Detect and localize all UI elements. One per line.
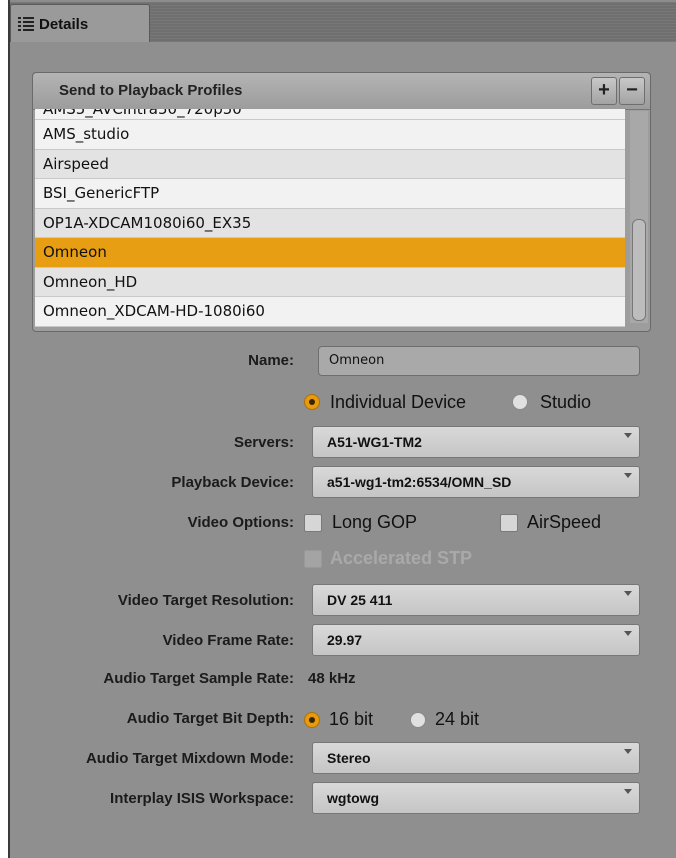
- bit-16-radio[interactable]: [304, 712, 320, 728]
- workspace-value: wgtowg: [327, 790, 380, 806]
- scrollbar-thumb[interactable]: [632, 219, 646, 321]
- profiles-list: AMS5_AVCIntra50_720p50 AMS_studio Airspe…: [35, 109, 625, 327]
- airspeed-checkbox[interactable]: [500, 514, 518, 532]
- video-resolution-select[interactable]: DV 25 411: [312, 584, 640, 616]
- tab-bar: Details: [10, 2, 676, 43]
- frame-rate-select[interactable]: 29.97: [312, 624, 640, 656]
- list-item[interactable]: Airspeed: [35, 149, 625, 179]
- details-content: Send to Playback Profiles + − AMS5_AVCIn…: [10, 42, 676, 858]
- chevron-down-icon: [624, 631, 632, 636]
- details-window: Details Send to Playback Profiles + − AM…: [8, 0, 676, 858]
- profiles-title: Send to Playback Profiles: [59, 82, 243, 99]
- servers-label: Servers:: [233, 434, 294, 451]
- chevron-down-icon: [624, 749, 632, 754]
- list-item[interactable]: Omneon_XDCAM-HD-1080i60: [35, 297, 625, 327]
- mixdown-value: Stereo: [327, 750, 371, 766]
- chevron-down-icon: [624, 433, 632, 438]
- servers-select[interactable]: A51-WG1-TM2: [312, 426, 640, 458]
- bit-24-label: 24 bit: [435, 709, 480, 729]
- add-profile-button[interactable]: +: [591, 77, 617, 105]
- mixdown-label: Audio Target Mixdown Mode:: [85, 750, 294, 767]
- list-item[interactable]: AMS_studio: [35, 120, 625, 150]
- playback-device-label: Playback Device:: [171, 474, 294, 491]
- details-list-icon: [17, 15, 35, 33]
- video-options-label: Video Options:: [187, 514, 294, 531]
- studio-radio[interactable]: [512, 394, 528, 410]
- chevron-down-icon: [624, 473, 632, 478]
- playback-profiles-panel: Send to Playback Profiles + − AMS5_AVCIn…: [32, 72, 651, 332]
- bit-16-label: 16 bit: [329, 709, 374, 729]
- name-field[interactable]: Omneon: [318, 346, 640, 376]
- studio-label: Studio: [540, 392, 592, 412]
- bit-depth-label: Audio Target Bit Depth:: [126, 710, 294, 727]
- list-item[interactable]: Omneon_HD: [35, 267, 625, 297]
- long-gop-checkbox[interactable]: [304, 514, 322, 532]
- name-value: Omneon: [329, 353, 385, 368]
- list-item[interactable]: OP1A-XDCAM1080i60_EX35: [35, 208, 625, 238]
- servers-value: A51-WG1-TM2: [327, 434, 422, 450]
- workspace-label: Interplay ISIS Workspace:: [110, 790, 294, 807]
- name-label: Name:: [248, 352, 294, 369]
- list-item[interactable]: BSI_GenericFTP: [35, 179, 625, 209]
- playback-device-value: a51-wg1-tm2:6534/OMN_SD: [327, 474, 512, 490]
- profiles-scrollbar[interactable]: [630, 111, 648, 323]
- tab-details[interactable]: Details: [10, 4, 150, 43]
- sample-rate-value: 48 kHz: [308, 670, 356, 687]
- list-item-selected[interactable]: Omneon: [35, 238, 625, 268]
- workspace-select[interactable]: wgtowg: [312, 782, 640, 814]
- bit-24-radio[interactable]: [410, 712, 426, 728]
- playback-device-select[interactable]: a51-wg1-tm2:6534/OMN_SD: [312, 466, 640, 498]
- chevron-down-icon: [624, 591, 632, 596]
- chevron-down-icon: [624, 789, 632, 794]
- remove-profile-button[interactable]: −: [619, 77, 645, 105]
- video-resolution-label: Video Target Resolution:: [117, 592, 294, 609]
- long-gop-label: Long GOP: [332, 512, 418, 532]
- individual-device-label: Individual Device: [330, 392, 467, 412]
- tab-label: Details: [39, 15, 89, 33]
- list-item[interactable]: AMS5_AVCIntra50_720p50: [35, 109, 625, 120]
- video-resolution-value: DV 25 411: [327, 592, 393, 608]
- accelerated-stp-checkbox[interactable]: [304, 550, 322, 568]
- airspeed-label: AirSpeed: [527, 512, 602, 532]
- mixdown-select[interactable]: Stereo: [312, 742, 640, 774]
- individual-device-radio[interactable]: [304, 394, 320, 410]
- profiles-header: Send to Playback Profiles + −: [33, 73, 650, 110]
- sample-rate-label: Audio Target Sample Rate:: [103, 670, 294, 687]
- accelerated-stp-label: Accelerated STP: [330, 548, 473, 568]
- frame-rate-value: 29.97: [327, 632, 363, 648]
- frame-rate-label: Video Frame Rate:: [162, 632, 294, 649]
